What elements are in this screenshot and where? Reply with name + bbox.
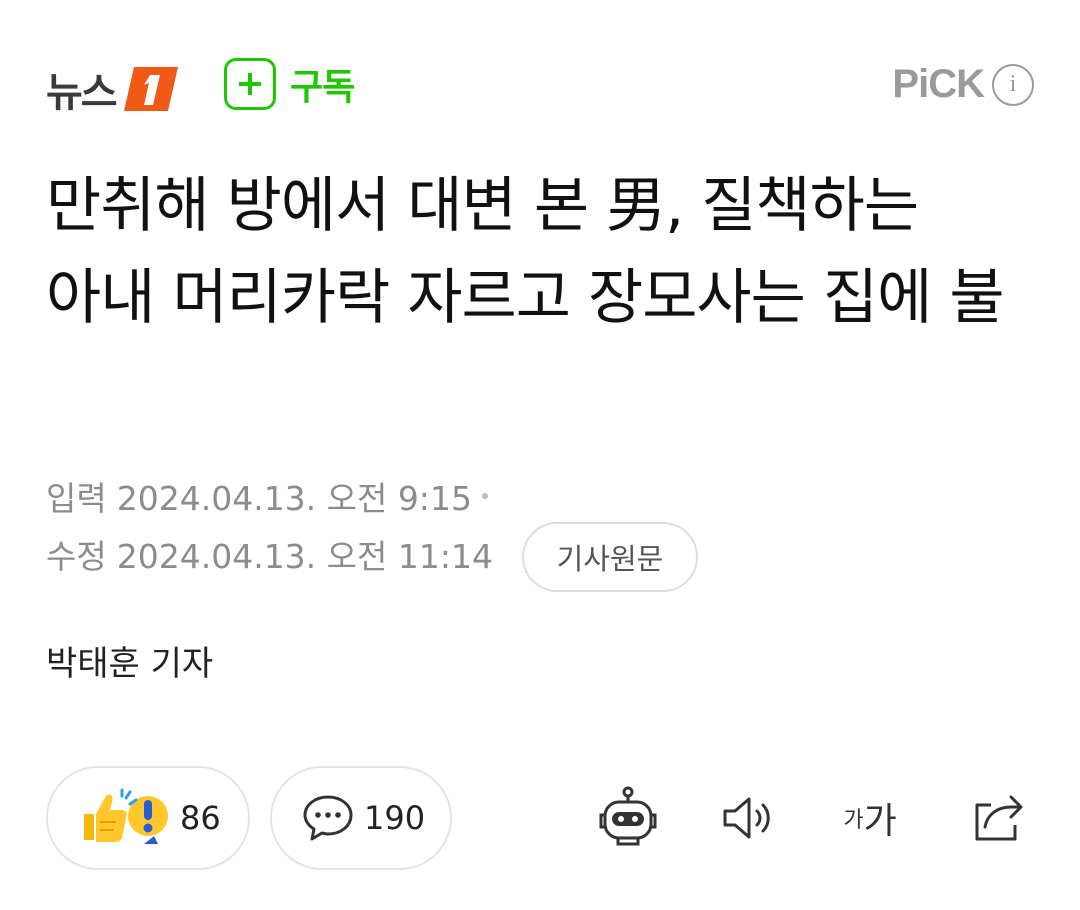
thumbs-up-surprise-icon bbox=[84, 788, 168, 844]
robot-icon bbox=[599, 786, 657, 846]
press-logo-mark bbox=[123, 67, 178, 111]
font-size-button[interactable]: 가 가 bbox=[834, 782, 906, 854]
share-icon bbox=[975, 795, 1023, 841]
separator-dot bbox=[481, 493, 488, 499]
reporter-name[interactable]: 박태훈 기자 bbox=[46, 636, 213, 685]
comment-bubble-icon bbox=[303, 795, 353, 841]
plus-icon bbox=[224, 58, 276, 110]
comment-button[interactable]: 190 bbox=[270, 766, 452, 870]
pick-label: PiCK bbox=[892, 62, 985, 106]
pick-badge: PiCK i bbox=[892, 62, 1034, 107]
speaker-icon bbox=[723, 797, 770, 839]
subscribe-label: 구독 bbox=[290, 67, 355, 108]
article-title: 만취해 방에서 대변 본 男, 질책하는 아내 머리카락 자르고 장모사는 집에… bbox=[46, 171, 1005, 333]
press-logo[interactable]: 뉴스 bbox=[46, 60, 182, 118]
font-size-large-label: 가 bbox=[863, 801, 897, 842]
comment-count: 190 bbox=[364, 799, 426, 837]
subscribe-button[interactable]: 구독 bbox=[224, 58, 355, 110]
edit-label: 수정 bbox=[46, 537, 107, 576]
summary-bot-button[interactable] bbox=[592, 782, 664, 854]
info-icon[interactable]: i bbox=[992, 63, 1034, 106]
input-timestamp: 입력 2024.04.13. 오전 9:15 bbox=[46, 472, 488, 520]
edit-time: 2024.04.13. 오전 11:14 bbox=[116, 537, 493, 576]
reaction-button[interactable]: 86 bbox=[46, 766, 250, 870]
edit-timestamp: 수정 2024.04.13. 오전 11:14 bbox=[46, 530, 493, 578]
input-label: 입력 bbox=[46, 479, 107, 518]
font-size-small-label: 가 bbox=[843, 808, 864, 833]
input-time: 2024.04.13. 오전 9:15 bbox=[116, 479, 472, 518]
original-article-button[interactable]: 기사원문 bbox=[522, 522, 698, 592]
article-header: 뉴스 구독 PiCK i bbox=[46, 58, 1034, 118]
reaction-count: 86 bbox=[180, 799, 221, 837]
share-button[interactable] bbox=[962, 782, 1034, 854]
text-to-speech-button[interactable] bbox=[712, 782, 784, 854]
press-logo-text: 뉴스 bbox=[46, 70, 118, 116]
